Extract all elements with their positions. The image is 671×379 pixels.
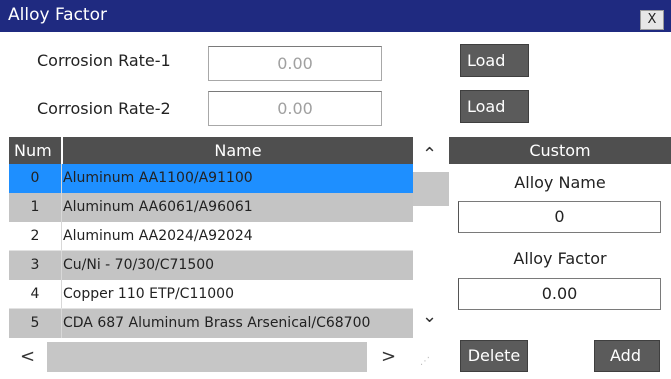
corrosion-rate-1-field[interactable]: 0.00 (208, 46, 382, 81)
row-num: 0 (30, 170, 40, 186)
row-name: Aluminum AA1100/A91100 (63, 170, 253, 186)
table-row[interactable]: 0 Aluminum AA1100/A91100 (9, 164, 413, 193)
table-row[interactable]: 5 CDA 687 Aluminum Brass Arsenical/C6870… (9, 309, 413, 338)
row-name: Copper 110 ETP/C11000 (63, 286, 234, 302)
alloy-factor-field[interactable]: 0.00 (458, 278, 661, 310)
vertical-scroll-thumb[interactable] (413, 172, 449, 206)
row-name: CDA 687 Aluminum Brass Arsenical/C68700 (63, 315, 371, 331)
name-column-header[interactable]: Name (63, 137, 413, 164)
corrosion-rate-2-field[interactable]: 0.00 (208, 91, 382, 126)
custom-panel-header: Custom (449, 137, 671, 164)
alloy-name-label: Alloy Name (514, 173, 606, 192)
cell-divider (61, 164, 62, 193)
num-column-header[interactable]: Num (9, 137, 61, 164)
alloy-name-field[interactable]: 0 (458, 201, 661, 233)
resize-grip-icon[interactable]: ⋰ (420, 356, 431, 367)
table-row[interactable]: 2 Aluminum AA2024/A92024 (9, 222, 413, 251)
row-name: Aluminum AA6061/A96061 (63, 199, 253, 215)
close-button[interactable]: X (640, 10, 664, 30)
scroll-down-icon[interactable]: ⌄ (422, 308, 437, 326)
alloy-table-body: 0 Aluminum AA1100/A91100 1 Aluminum AA60… (9, 164, 413, 342)
row-name: Aluminum AA2024/A92024 (63, 228, 253, 244)
table-row[interactable]: 1 Aluminum AA6061/A96061 (9, 193, 413, 222)
corrosion-rate-1-label: Corrosion Rate-1 (37, 51, 171, 70)
row-num: 3 (30, 257, 40, 273)
add-button[interactable]: Add (594, 340, 660, 372)
row-name: Cu/Ni - 70/30/C71500 (63, 257, 215, 273)
horizontal-scroll-thumb[interactable] (47, 342, 367, 372)
scroll-left-icon[interactable]: < (20, 348, 35, 366)
alloy-factor-label: Alloy Factor (513, 249, 607, 268)
load-rate-2-button[interactable]: Load (460, 90, 529, 123)
row-num: 2 (30, 228, 40, 244)
cell-divider (61, 309, 62, 338)
row-num: 1 (30, 199, 40, 215)
table-row[interactable]: 3 Cu/Ni - 70/30/C71500 (9, 251, 413, 280)
scroll-right-icon[interactable]: > (381, 348, 396, 366)
cell-divider (61, 280, 62, 308)
corrosion-rate-2-label: Corrosion Rate-2 (37, 99, 171, 118)
cell-divider (61, 193, 62, 222)
row-num: 5 (30, 315, 40, 331)
delete-button[interactable]: Delete (460, 340, 528, 372)
cell-divider (61, 251, 62, 280)
window-title: Alloy Factor (8, 5, 107, 25)
cell-divider (61, 222, 62, 250)
table-row[interactable]: 4 Copper 110 ETP/C11000 (9, 280, 413, 309)
title-bar: Alloy Factor X (0, 0, 671, 32)
table-header: Num Name (9, 137, 413, 164)
scroll-up-icon[interactable]: ⌃ (422, 146, 437, 164)
row-num: 4 (30, 286, 40, 302)
load-rate-1-button[interactable]: Load (460, 44, 529, 77)
